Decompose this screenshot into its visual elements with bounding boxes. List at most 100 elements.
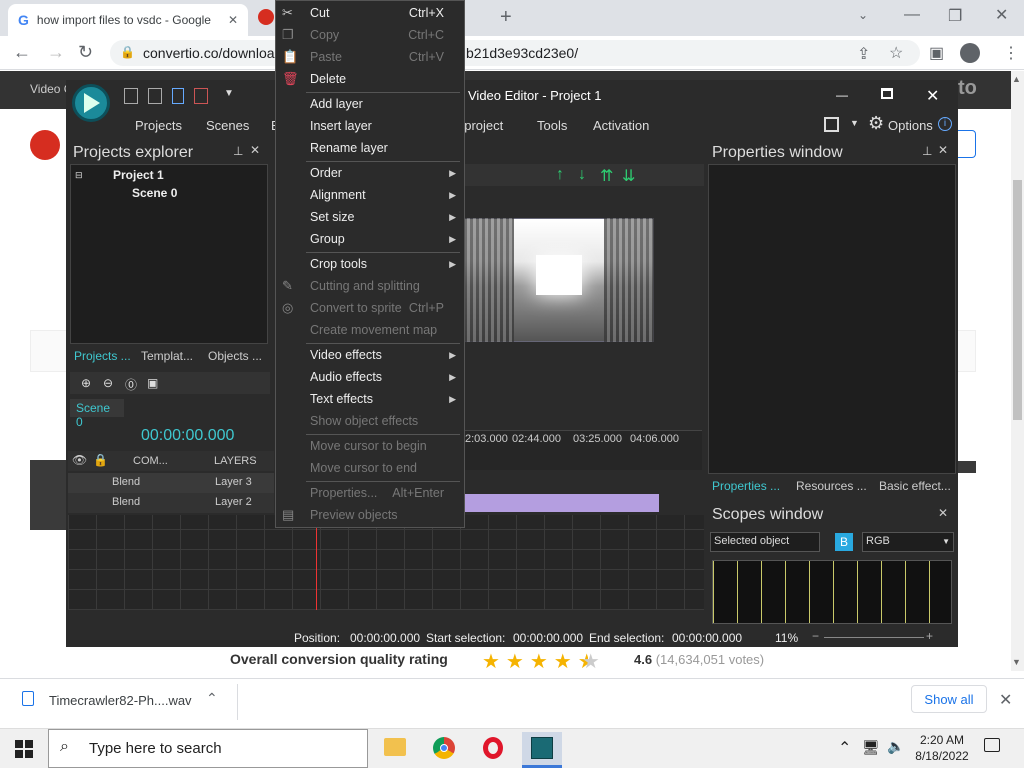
app-close-icon[interactable]: ✕	[926, 86, 939, 106]
chevron-up-icon[interactable]: ⌃	[206, 690, 218, 707]
menu-item-delete[interactable]: Delete 🗑	[276, 70, 464, 90]
move-bottom-icon[interactable]: ⇊	[622, 166, 635, 186]
side-panel-icon[interactable]: ▣	[929, 43, 944, 63]
show-all-button[interactable]: Show all	[911, 685, 987, 713]
menu-tools[interactable]: Tools	[537, 118, 567, 133]
close-window-icon[interactable]: ✕	[995, 5, 1008, 25]
menu-item-video-effects[interactable]: Video effects ▶	[276, 346, 464, 366]
scene-node[interactable]: Scene 0	[132, 186, 177, 200]
quick-menu-icon[interactable]: ▼	[224, 88, 234, 99]
menu-projects[interactable]: Projects	[135, 118, 182, 133]
minimize-window-icon[interactable]: —	[904, 6, 920, 24]
scroll-up-icon[interactable]: ▲	[1012, 74, 1021, 84]
tab-basic-effects[interactable]: Basic effect...	[879, 479, 951, 493]
move-top-icon[interactable]: ⇈	[600, 166, 613, 186]
profile-avatar[interactable]	[960, 43, 980, 63]
tab-properties[interactable]: Properties ...	[712, 479, 780, 493]
scope-object-select[interactable]: Selected object	[710, 532, 820, 552]
panel-close-icon[interactable]: ✕	[250, 143, 260, 157]
track-blend[interactable]: Blend	[112, 496, 140, 508]
layout-icon[interactable]	[824, 117, 839, 132]
playhead[interactable]	[316, 515, 317, 610]
track-blend[interactable]: Blend	[112, 476, 140, 488]
app-minimize-icon[interactable]: —	[836, 88, 848, 102]
scroll-down-icon[interactable]: ▼	[1012, 657, 1021, 667]
pin-icon[interactable]: ⊥	[922, 144, 932, 158]
scope-b-button[interactable]: B	[835, 533, 853, 551]
tab-search-icon[interactable]: ⌄	[858, 8, 868, 22]
opera-icon[interactable]	[483, 737, 503, 759]
menu-item-set-size[interactable]: Set size ▶	[276, 208, 464, 228]
menu-item-crop-tools[interactable]: Crop tools ▶	[276, 255, 464, 275]
tree-collapse-icon[interactable]: ⊟	[75, 170, 83, 181]
tray-chevron-icon[interactable]: ⌃	[838, 738, 851, 758]
add-icon[interactable]: ⊕	[81, 376, 91, 390]
share-icon[interactable]: ⇪	[857, 44, 870, 64]
chrome-menu-icon[interactable]: ⋮	[1003, 43, 1019, 63]
new-tab-button[interactable]: +	[500, 6, 512, 29]
chevron-down-icon[interactable]: ▼	[850, 118, 859, 128]
tab-templates[interactable]: Templat...	[141, 349, 193, 363]
file-explorer-icon[interactable]	[384, 738, 406, 756]
network-icon[interactable]: 🖥	[862, 739, 880, 756]
gear-icon[interactable]: ⚙	[868, 113, 884, 134]
tab-resources[interactable]: Resources ...	[796, 479, 867, 493]
windows-start-icon[interactable]	[15, 740, 33, 758]
zoom-plus-icon[interactable]: +	[926, 629, 933, 643]
taskbar-clock[interactable]: 2:20 AM 8/18/2022	[912, 732, 972, 764]
convertio-tab-icon[interactable]	[258, 9, 274, 25]
quick-new-icon[interactable]	[124, 88, 138, 104]
browser-tab-active[interactable]: G how import files to vsdc - Google ✕	[8, 4, 248, 36]
zoom-minus-icon[interactable]: −	[812, 629, 819, 643]
track-name[interactable]: Layer 2	[215, 496, 252, 508]
move-down-icon[interactable]: ↓	[578, 166, 586, 184]
restore-window-icon[interactable]: ❐	[948, 6, 962, 26]
menu-scenes[interactable]: Scenes	[206, 118, 249, 133]
menu-item-audio-effects[interactable]: Audio effects ▶	[276, 368, 464, 388]
menu-item-group[interactable]: Group ▶	[276, 230, 464, 250]
forward-icon[interactable]: →	[47, 42, 65, 63]
quick-save-icon[interactable]	[172, 88, 184, 104]
eye-icon[interactable]: 👁	[72, 453, 87, 467]
quick-open-icon[interactable]	[148, 88, 162, 104]
menu-item-cut[interactable]: Cut Ctrl+X ✂	[276, 4, 464, 24]
app-maximize-icon[interactable]	[881, 88, 893, 99]
move-up-icon[interactable]: ↑	[556, 166, 564, 184]
back-icon[interactable]: ←	[13, 42, 31, 63]
audio-clip[interactable]	[464, 494, 659, 512]
tab-objects[interactable]: Objects ...	[208, 349, 262, 363]
taskbar-search-box[interactable]: Type here to search	[48, 729, 368, 768]
project-node[interactable]: Project 1	[113, 168, 164, 182]
quick-export-icon[interactable]	[194, 88, 208, 104]
volume-icon[interactable]: 🔈	[887, 738, 904, 755]
menu-item-insert-layer[interactable]: Insert layer	[276, 117, 464, 137]
menu-item-order[interactable]: Order ▶	[276, 164, 464, 184]
timeline-area[interactable]	[68, 515, 704, 610]
help-icon[interactable]: i	[938, 117, 952, 131]
scroll-thumb[interactable]	[1013, 180, 1022, 420]
scene-tab[interactable]: Scene 0	[70, 399, 124, 429]
record-icon[interactable]: ▣	[147, 376, 158, 390]
menu-item-add-layer[interactable]: Add layer	[276, 95, 464, 115]
panel-close-icon[interactable]: ✕	[938, 143, 948, 157]
notification-icon[interactable]	[984, 738, 1000, 752]
reload-icon[interactable]: ↻	[78, 42, 93, 63]
scope-mode-select[interactable]: RGB ▼	[862, 532, 954, 552]
lock-track-icon[interactable]: 🔒	[93, 453, 108, 467]
bookmark-star-icon[interactable]: ☆	[889, 43, 903, 63]
panel-close-icon[interactable]: ✕	[938, 506, 948, 520]
menu-item-rename-layer[interactable]: Rename layer	[276, 139, 464, 159]
clip-icon[interactable]: ⓪	[125, 376, 137, 393]
options-label[interactable]: Options	[888, 118, 933, 133]
close-shelf-icon[interactable]: ✕	[999, 690, 1012, 710]
menu-activation[interactable]: Activation	[593, 118, 649, 133]
pin-icon[interactable]: ⊥	[233, 144, 243, 158]
track-name[interactable]: Layer 3	[215, 476, 252, 488]
menu-item-text-effects[interactable]: Text effects ▶	[276, 390, 464, 410]
lock-icon[interactable]: 🔒	[120, 45, 135, 59]
menu-item-alignment[interactable]: Alignment ▶	[276, 186, 464, 206]
close-tab-icon[interactable]: ✕	[228, 13, 238, 27]
zoom-slider[interactable]	[824, 637, 924, 638]
remove-icon[interactable]: ⊖	[103, 376, 113, 390]
tab-projects[interactable]: Projects ...	[74, 349, 131, 363]
